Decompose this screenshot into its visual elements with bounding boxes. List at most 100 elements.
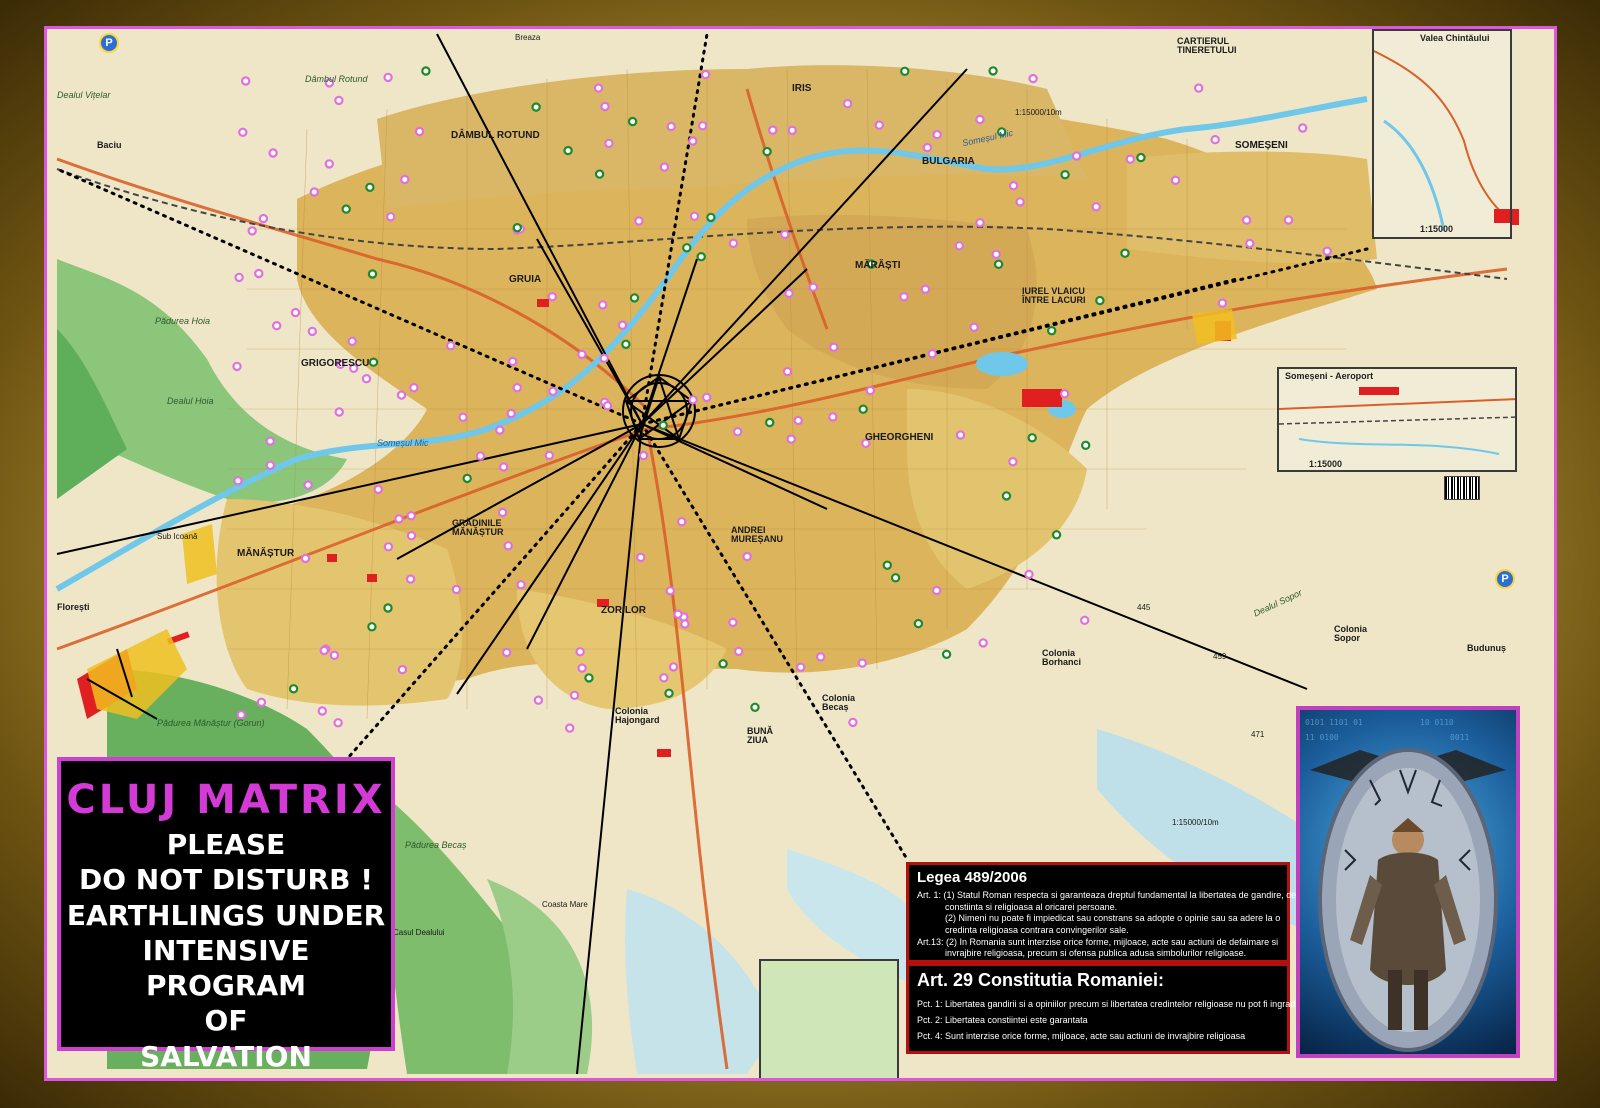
church-marker-pink[interactable] [604, 138, 614, 149]
church-marker-pink[interactable] [1245, 238, 1255, 249]
church-marker-green[interactable] [696, 251, 706, 262]
church-marker-pink[interactable] [782, 366, 793, 377]
church-marker-pink[interactable] [634, 216, 644, 226]
church-marker-green[interactable] [890, 573, 901, 583]
church-marker-pink[interactable] [516, 580, 526, 590]
church-marker-green[interactable] [765, 417, 775, 428]
church-marker-pink[interactable] [290, 307, 301, 318]
church-marker-pink[interactable] [816, 652, 826, 662]
church-marker-pink[interactable] [234, 272, 244, 283]
church-marker-pink[interactable] [373, 484, 383, 495]
church-marker-pink[interactable] [265, 436, 275, 446]
church-marker-pink[interactable] [975, 217, 985, 228]
church-marker-green[interactable] [368, 357, 379, 367]
church-marker-pink[interactable] [688, 395, 698, 405]
church-marker-pink[interactable] [317, 706, 327, 716]
church-marker-pink[interactable] [506, 408, 516, 419]
church-marker-green[interactable] [858, 404, 868, 414]
church-marker-pink[interactable] [333, 718, 343, 728]
church-marker-pink[interactable] [874, 120, 885, 130]
church-marker-pink[interactable] [593, 83, 604, 93]
church-marker-pink[interactable] [271, 321, 282, 331]
church-marker-green[interactable] [367, 622, 377, 632]
church-marker-pink[interactable] [927, 349, 937, 359]
church-marker-pink[interactable] [265, 460, 275, 470]
church-marker-pink[interactable] [768, 125, 778, 135]
church-marker-pink[interactable] [406, 511, 416, 521]
church-marker-pink[interactable] [458, 412, 468, 422]
church-marker-green[interactable] [421, 66, 431, 76]
church-marker-pink[interactable] [728, 238, 739, 248]
church-marker-pink[interactable] [406, 531, 417, 541]
church-marker-pink[interactable] [502, 647, 512, 658]
church-marker-pink[interactable] [405, 574, 416, 584]
church-marker-pink[interactable] [1028, 73, 1038, 84]
church-marker-pink[interactable] [324, 159, 334, 169]
church-marker-pink[interactable] [240, 76, 251, 86]
church-marker-pink[interactable] [668, 662, 679, 672]
church-marker-pink[interactable] [383, 542, 394, 552]
church-marker-pink[interactable] [680, 619, 690, 629]
church-marker-green[interactable] [367, 269, 378, 279]
church-marker-green[interactable] [718, 659, 728, 669]
church-marker-green[interactable] [941, 649, 952, 660]
church-marker-green[interactable] [1047, 326, 1057, 336]
church-marker-green[interactable] [512, 222, 522, 233]
church-marker-pink[interactable] [636, 552, 646, 563]
church-marker-pink[interactable] [575, 647, 585, 657]
church-marker-pink[interactable] [700, 69, 711, 80]
church-marker-pink[interactable] [238, 127, 248, 138]
church-marker-pink[interactable] [495, 425, 505, 435]
church-marker-green[interactable] [1001, 491, 1012, 501]
church-marker-green[interactable] [762, 146, 772, 157]
church-marker-pink[interactable] [932, 129, 942, 140]
church-marker-pink[interactable] [600, 101, 610, 112]
church-marker-green[interactable] [664, 688, 674, 699]
church-marker-green[interactable] [1136, 152, 1146, 163]
church-marker-pink[interactable] [659, 673, 669, 683]
church-marker-pink[interactable] [665, 586, 676, 596]
church-marker-pink[interactable] [734, 646, 744, 657]
church-marker-pink[interactable] [268, 148, 278, 158]
church-marker-pink[interactable] [1210, 134, 1220, 145]
church-marker-pink[interactable] [666, 121, 676, 132]
church-marker-pink[interactable] [1059, 389, 1070, 399]
church-marker-pink[interactable] [1008, 457, 1018, 467]
church-marker-pink[interactable] [1015, 197, 1025, 207]
church-marker-pink[interactable] [300, 553, 311, 564]
church-marker-pink[interactable] [638, 450, 649, 461]
church-marker-pink[interactable] [565, 723, 575, 733]
church-marker-pink[interactable] [451, 584, 462, 595]
church-marker-pink[interactable] [728, 617, 738, 628]
church-marker-pink[interactable] [689, 211, 700, 221]
church-marker-pink[interactable] [978, 638, 988, 648]
church-marker-pink[interactable] [780, 229, 790, 240]
church-marker-pink[interactable] [698, 121, 708, 131]
church-marker-pink[interactable] [599, 353, 609, 363]
church-marker-pink[interactable] [334, 95, 344, 106]
church-marker-green[interactable] [563, 145, 573, 156]
church-marker-green[interactable] [288, 684, 299, 694]
church-marker-pink[interactable] [503, 541, 513, 551]
church-marker-pink[interactable] [577, 663, 587, 673]
church-marker-green[interactable] [341, 204, 351, 214]
church-marker-pink[interactable] [303, 480, 313, 490]
church-marker-green[interactable] [913, 618, 924, 629]
church-marker-pink[interactable] [932, 585, 942, 596]
church-marker-pink[interactable] [512, 383, 522, 393]
church-marker-pink[interactable] [409, 383, 419, 393]
church-marker-pink[interactable] [842, 98, 853, 109]
church-marker-pink[interactable] [547, 292, 557, 302]
church-marker-pink[interactable] [548, 386, 558, 396]
church-marker-pink[interactable] [347, 336, 357, 346]
church-marker-pink[interactable] [975, 114, 985, 125]
church-marker-pink[interactable] [446, 341, 456, 351]
church-marker-pink[interactable] [533, 695, 544, 705]
church-marker-pink[interactable] [1024, 569, 1034, 580]
church-marker-green[interactable] [629, 293, 640, 303]
church-marker-pink[interactable] [673, 609, 683, 619]
church-marker-pink[interactable] [796, 662, 806, 672]
church-marker-pink[interactable] [577, 349, 587, 360]
church-marker-green[interactable] [365, 182, 375, 192]
church-marker-green[interactable] [682, 243, 692, 253]
